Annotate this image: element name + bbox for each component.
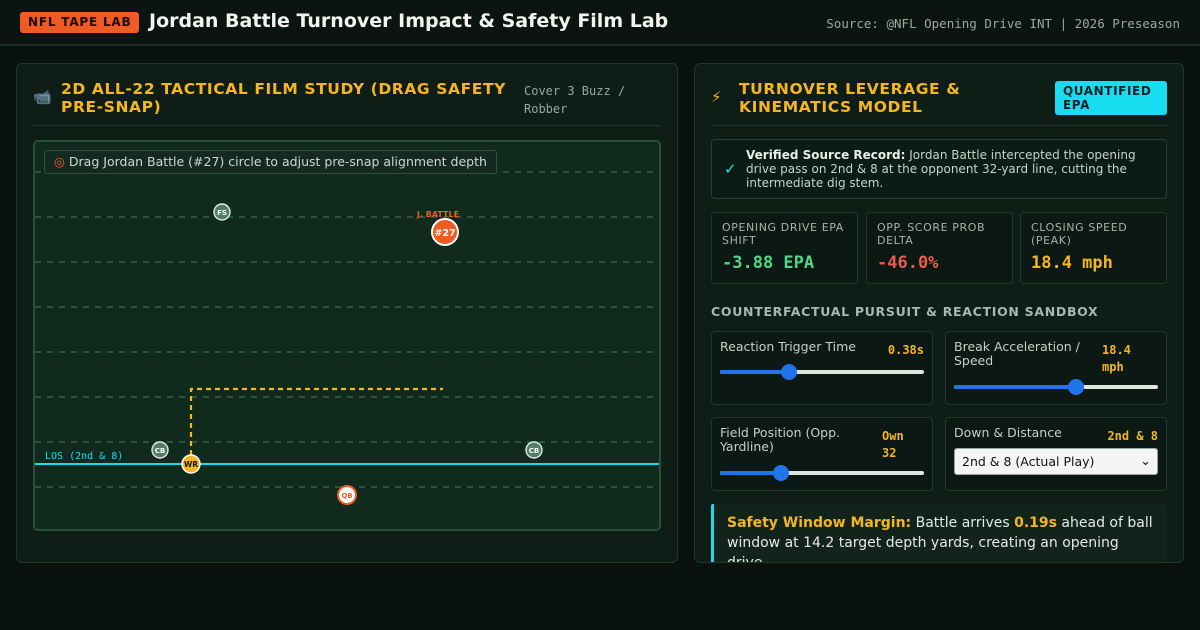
quantified-badge: QUANTIFIED EPA <box>1055 81 1167 115</box>
down-distance-control: Down & Distance 2nd & 8 2nd & 8 (Actual … <box>945 417 1167 491</box>
verified-record: ✓ Verified Source Record: Jordan Battle … <box>711 139 1167 199</box>
battle-marker[interactable]: J. BATTLE #27 <box>416 210 459 246</box>
lightning-icon: ⚡ <box>711 88 722 106</box>
fs-label: FS <box>217 209 227 217</box>
drag-hint-text: Drag Jordan Battle (#27) circle to adjus… <box>68 154 487 169</box>
down-distance-label: Down & Distance <box>954 425 1062 440</box>
model-panel-title: TURNOVER LEVERAGE & KINEMATICS MODEL <box>739 80 961 116</box>
metric-value: -46.0% <box>877 253 939 273</box>
cb-left-marker: CB <box>151 441 169 459</box>
sandbox-title: COUNTERFACTUAL PURSUIT & REACTION SANDBO… <box>711 304 1099 319</box>
tactical-field[interactable]: ◎ Drag Jordan Battle (#27) circle to adju… <box>33 140 661 531</box>
model-panel: ⚡ TURNOVER LEVERAGE & KINEMATICS MODEL Q… <box>694 63 1184 563</box>
top-bar: NFL TAPE LAB Jordan Battle Turnover Impa… <box>0 0 1200 46</box>
metric-value: -3.88 EPA <box>722 253 815 273</box>
field-position-slider[interactable] <box>720 465 924 481</box>
battle-label: #27 <box>434 228 455 239</box>
verified-text: Verified Source Record: Jordan Battle in… <box>746 148 1154 190</box>
field-position-label: Field Position (Opp. Yardline) <box>720 425 841 454</box>
dig-route <box>189 387 443 464</box>
metric-epa: OPENING DRIVE EPA SHIFT -3.88 EPA <box>711 212 858 284</box>
target-icon: ◎ <box>54 154 65 169</box>
qb-marker: QB <box>337 485 357 505</box>
cb-right-marker: CB <box>525 441 543 459</box>
field-position-control: Field Position (Opp. Yardline) Own 32 <box>711 417 933 491</box>
fs-marker: FS <box>213 203 231 221</box>
cb-right-label: CB <box>529 447 539 455</box>
verified-label: Verified Source Record: <box>746 148 906 162</box>
checkmark-icon: ✓ <box>724 160 737 178</box>
cb-left-label: CB <box>155 447 165 455</box>
drag-hint: ◎ Drag Jordan Battle (#27) circle to adju… <box>44 150 497 174</box>
yard-lines <box>35 171 659 488</box>
field-diagram: LOS (2nd & 8) FS CB CB WR QB J. BATTLE #… <box>35 171 659 505</box>
page-title: Jordan Battle Turnover Impact & Safety F… <box>149 10 669 32</box>
speed-slider[interactable] <box>954 379 1158 395</box>
speed-value: 18.4 mph <box>1102 343 1131 374</box>
reaction-control: Reaction Trigger Time 0.38s <box>711 331 933 405</box>
film-study-panel: 📹 2D ALL-22 TACTICAL FILM STUDY (DRAG SA… <box>16 63 678 563</box>
speed-control: Break Acceleration / Speed 18.4 mph <box>945 331 1167 405</box>
qb-label: QB <box>341 492 352 500</box>
reaction-slider[interactable] <box>720 364 924 380</box>
wr-label: WR <box>184 460 198 469</box>
metric-label: CLOSING SPEED (PEAK) <box>1031 221 1128 247</box>
wr-marker: WR <box>181 454 201 474</box>
callout-text-a: Battle arrives <box>915 515 1010 531</box>
metric-label: OPP. SCORE PROB DELTA <box>877 221 986 247</box>
reaction-value: 0.38s <box>887 343 924 357</box>
field-position-value: Own 32 <box>882 429 904 460</box>
callout-margin: 0.19s <box>1014 515 1057 531</box>
safety-window-callout: Safety Window Margin: Battle arrives 0.1… <box>711 504 1167 562</box>
slider-thumb[interactable] <box>773 465 790 481</box>
down-distance-value: 2nd & 8 <box>1107 429 1158 443</box>
los-label: LOS (2nd & 8) <box>45 451 123 462</box>
speed-label: Break Acceleration / Speed <box>954 339 1080 368</box>
metric-value: 18.4 mph <box>1031 253 1113 273</box>
down-distance-selected: 2nd & 8 (Actual Play) <box>962 454 1095 469</box>
slider-thumb[interactable] <box>1068 379 1085 395</box>
chevron-down-icon: ⌄ <box>1140 454 1151 469</box>
metric-closing-speed: CLOSING SPEED (PEAK) 18.4 mph <box>1020 212 1167 284</box>
film-panel-title: 2D ALL-22 TACTICAL FILM STUDY (DRAG SAFE… <box>61 80 506 116</box>
metric-score-prob: OPP. SCORE PROB DELTA -46.0% <box>866 212 1013 284</box>
reaction-label: Reaction Trigger Time <box>720 339 856 354</box>
model-panel-header: ⚡ TURNOVER LEVERAGE & KINEMATICS MODEL Q… <box>711 80 1167 126</box>
coverage-label: Cover 3 Buzz / Robber <box>524 84 626 116</box>
slider-thumb[interactable] <box>781 364 798 380</box>
source-line: Source: @NFL Opening Drive INT | 2026 Pr… <box>826 16 1180 31</box>
callout-label: Safety Window Margin: <box>727 515 912 531</box>
video-camera-icon: 📹 <box>33 88 52 106</box>
metric-label: OPENING DRIVE EPA SHIFT <box>722 221 844 247</box>
brand-badge: NFL TAPE LAB <box>20 12 140 33</box>
film-panel-header: 📹 2D ALL-22 TACTICAL FILM STUDY (DRAG SA… <box>33 80 661 126</box>
down-distance-select[interactable]: 2nd & 8 (Actual Play) ⌄ <box>954 448 1158 475</box>
battle-tag: J. BATTLE <box>416 210 459 219</box>
